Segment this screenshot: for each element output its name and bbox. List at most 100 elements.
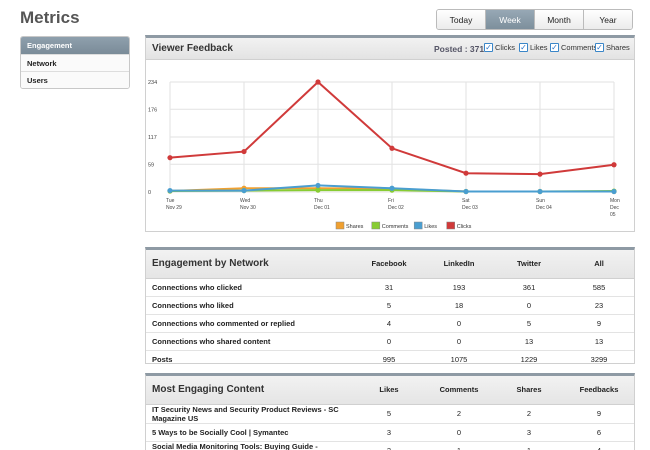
data-point-clicks — [537, 171, 543, 177]
cell: 361 — [522, 282, 536, 292]
cell: 0 — [424, 422, 494, 441]
likes-toggle-label: Likes — [530, 43, 548, 52]
table-row: Connections who clicked 31 193 361 585 — [146, 278, 634, 296]
cell: 13 — [494, 331, 564, 350]
cell: 1229 — [494, 349, 564, 368]
cell: 23 — [564, 295, 634, 314]
range-today-button[interactable]: Today — [437, 10, 486, 29]
cell: 31 — [384, 282, 394, 292]
engagement-title: Engagement by Network — [146, 250, 354, 279]
cell: 1 — [494, 440, 564, 450]
engagement-table: Engagement by Network Facebook LinkedIn … — [146, 250, 634, 368]
range-year-button[interactable]: Year — [584, 10, 632, 29]
data-point-clicks — [611, 162, 617, 168]
cell: 0 — [494, 295, 564, 314]
x-tick-label: Mon — [610, 198, 620, 204]
cell: 5 — [494, 313, 564, 332]
data-point-clicks — [241, 148, 247, 155]
table-row: Connections who commented or replied 4 0 5 9 — [146, 313, 634, 332]
column-header: Comments — [424, 376, 494, 405]
cell: 585 — [592, 282, 606, 292]
data-point-clicks — [167, 155, 173, 161]
viewer-feedback-panel: Viewer Feedback Posted : 371 ✓ Clicks ✓ Li… — [145, 35, 635, 232]
content-table: Most Engaging Content Likes Comments Sha… — [146, 376, 634, 450]
cell: 2 — [354, 440, 424, 450]
legend-label-likes: Likes — [424, 224, 437, 230]
engaging-content-panel: Most Engaging Content Likes Comments Sha… — [145, 373, 635, 450]
content-link[interactable]: 5 Ways to be Socially Cool | Symantec — [146, 422, 354, 441]
viewer-feedback-chart: 234 176 117 59 0 TueNov 29 WedNov 30 ThuDec 01 F… — [148, 79, 620, 230]
legend-swatch-likes — [413, 221, 423, 230]
sidebar-item-users[interactable]: Users — [21, 71, 129, 88]
x-tick-label: Nov 30 — [240, 205, 256, 211]
legend-swatch-clicks — [446, 221, 455, 230]
range-week-button[interactable]: Week — [486, 10, 535, 29]
comments-toggle-label: Comments — [561, 43, 598, 52]
x-tick-label: Fri — [388, 198, 394, 204]
checkbox-checked-icon: ✓ — [595, 42, 604, 52]
comments-toggle[interactable]: ✓ Comments — [550, 43, 597, 52]
x-tick-label: Dec — [610, 205, 619, 211]
x-tick-label: Thu — [314, 198, 323, 204]
cell: 0 — [354, 331, 424, 350]
clicks-toggle-label: Clicks — [495, 43, 515, 52]
posted-count: Posted : 371 — [434, 44, 485, 54]
cell: 3 — [354, 422, 424, 441]
content-link[interactable]: IT Security News and Security Product Re… — [146, 404, 354, 423]
page-title: Metrics — [20, 8, 80, 27]
cell: 18 — [424, 295, 494, 314]
column-header: Likes — [354, 376, 424, 405]
table-row[interactable]: 5 Ways to be Socially Cool | Symantec 3 0 3… — [146, 422, 634, 441]
cell: 4 — [354, 313, 424, 332]
y-tick-label: 234 — [148, 80, 157, 86]
data-point-likes — [611, 188, 617, 195]
sidebar-nav: Engagement Network Users — [20, 36, 130, 89]
data-point-likes — [315, 182, 321, 189]
time-range-selector: Today Week Month Year — [436, 9, 633, 30]
cell: 1075 — [424, 349, 494, 368]
data-point-clicks — [315, 79, 321, 85]
likes-toggle[interactable]: ✓ Likes — [519, 43, 548, 52]
cell: 995 — [354, 349, 424, 368]
cell: 9 — [596, 409, 602, 418]
cell: 193 — [452, 282, 466, 292]
engagement-panel: Engagement by Network Facebook LinkedIn … — [145, 247, 635, 368]
row-label: Connections who shared content — [146, 331, 354, 350]
row-label: Connections who commented or replied — [146, 313, 354, 332]
checkbox-checked-icon: ✓ — [484, 42, 493, 52]
data-point-likes — [463, 188, 469, 195]
table-row[interactable]: Social Media Monitoring Tools: Buying Gu… — [146, 440, 634, 450]
metrics-page: Metrics Today Week Month Year Engagement… — [0, 0, 650, 450]
cell: 3299 — [564, 349, 634, 368]
content-link[interactable]: Social Media Monitoring Tools: Buying Gu… — [146, 440, 354, 450]
checkbox-checked-icon: ✓ — [519, 42, 528, 52]
data-point-likes — [389, 185, 395, 191]
y-tick-label: 117 — [148, 135, 157, 141]
x-tick-label: Dec 02 — [388, 205, 404, 211]
column-header: LinkedIn — [424, 250, 494, 279]
column-header: Feedbacks — [564, 376, 634, 405]
cell: 3 — [494, 422, 564, 441]
content-title: Most Engaging Content — [146, 376, 354, 405]
shares-toggle-label: Shares — [606, 43, 630, 52]
sidebar-item-engagement[interactable]: Engagement — [21, 37, 129, 54]
table-row[interactable]: IT Security News and Security Product Re… — [146, 404, 634, 423]
shares-toggle[interactable]: ✓ Shares — [595, 43, 630, 52]
range-month-button[interactable]: Month — [535, 10, 584, 29]
data-point-clicks — [463, 170, 469, 176]
x-tick-label: Dec 01 — [314, 205, 330, 211]
cell: 13 — [564, 331, 634, 350]
y-tick-label: 59 — [148, 162, 154, 168]
y-tick-label: 0 — [148, 190, 151, 196]
cell: 2 — [456, 409, 462, 418]
cell: 0 — [424, 331, 494, 350]
data-point-likes — [241, 187, 247, 194]
cell: 5 — [354, 295, 424, 314]
clicks-toggle[interactable]: ✓ Clicks — [484, 43, 515, 52]
cell: 4 — [564, 440, 634, 450]
data-point-likes — [167, 187, 173, 194]
column-header: Shares — [494, 376, 564, 405]
legend-label-comments: Comments — [382, 224, 409, 230]
row-label: Connections who clicked — [152, 282, 243, 292]
sidebar-item-network[interactable]: Network — [21, 54, 129, 71]
